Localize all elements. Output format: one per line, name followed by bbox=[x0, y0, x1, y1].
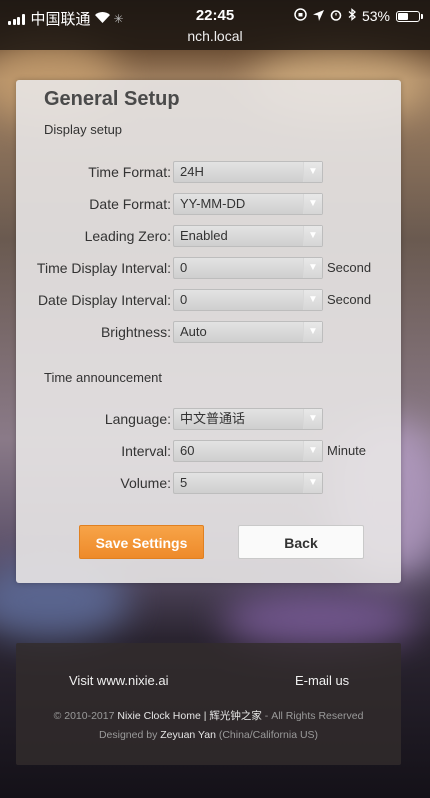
volume-select[interactable]: 5 ▼ bbox=[173, 472, 323, 494]
battery-percent: 53% bbox=[361, 8, 390, 24]
language-select[interactable]: 中文普通话 ▼ bbox=[173, 408, 323, 430]
brightness-value: Auto bbox=[180, 324, 207, 339]
page-title: General Setup bbox=[44, 88, 180, 110]
volume-value: 5 bbox=[180, 475, 188, 490]
interval-unit: Minute bbox=[327, 443, 367, 458]
interval-value: 60 bbox=[180, 443, 195, 458]
leading-zero-label: Leading Zero: bbox=[84, 228, 171, 244]
designer-link[interactable]: Zeyuan Yan bbox=[160, 729, 216, 741]
chevron-down-icon: ▼ bbox=[303, 226, 322, 246]
chevron-down-icon: ▼ bbox=[303, 441, 322, 461]
language-value: 中文普通话 bbox=[180, 411, 246, 426]
date-format-value: YY-MM-DD bbox=[180, 196, 246, 211]
language-label: Language: bbox=[104, 411, 171, 427]
chevron-down-icon: ▼ bbox=[303, 409, 322, 429]
status-right: 53% bbox=[294, 8, 423, 24]
time-display-interval-label: Time Display Interval: bbox=[36, 260, 171, 276]
email-us-link[interactable]: E-mail us bbox=[295, 673, 349, 688]
designer-line: Designed by Zeyuan Yan (China/California… bbox=[16, 729, 401, 741]
footer: Visit www.nixie.ai E-mail us © 2010-2017… bbox=[16, 643, 401, 765]
location-icon bbox=[312, 8, 324, 24]
chevron-down-icon: ▼ bbox=[303, 162, 322, 182]
designer-location: (China/California US) bbox=[218, 729, 319, 741]
battery-icon bbox=[396, 10, 423, 22]
interval-select[interactable]: 60 ▼ bbox=[173, 440, 323, 462]
time-announcement-heading: Time announcement bbox=[44, 370, 163, 385]
status-bar: 中国联通 ✳ 22:45 nch.local 53% bbox=[0, 0, 430, 50]
date-format-label: Date Format: bbox=[89, 196, 171, 212]
brightness-label: Brightness: bbox=[100, 324, 171, 340]
date-display-interval-value: 0 bbox=[180, 292, 188, 307]
date-display-interval-label: Date Display Interval: bbox=[37, 292, 171, 308]
chevron-down-icon: ▼ bbox=[303, 194, 322, 214]
visit-website-link[interactable]: Visit www.nixie.ai bbox=[69, 673, 168, 688]
display-setup-heading: Display setup bbox=[44, 122, 123, 137]
back-button[interactable]: Back bbox=[238, 525, 364, 559]
interval-label: Interval: bbox=[121, 443, 171, 459]
date-display-interval-unit: Second bbox=[327, 292, 372, 307]
save-settings-button[interactable]: Save Settings bbox=[79, 525, 204, 559]
time-format-value: 24H bbox=[180, 164, 204, 179]
chevron-down-icon: ▼ bbox=[303, 473, 322, 493]
page-url[interactable]: nch.local bbox=[0, 28, 430, 44]
alarm-icon bbox=[330, 8, 342, 24]
copyright-year: © 2010-2017 bbox=[53, 710, 115, 722]
screen-rotation-lock-icon bbox=[294, 8, 307, 24]
leading-zero-select[interactable]: Enabled ▼ bbox=[173, 225, 323, 247]
time-format-select[interactable]: 24H ▼ bbox=[173, 161, 323, 183]
time-display-interval-value: 0 bbox=[180, 260, 188, 275]
site-home-link[interactable]: Nixie Clock Home | 辉光钟之家 bbox=[117, 710, 262, 722]
time-display-interval-unit: Second bbox=[327, 260, 372, 275]
bluetooth-icon bbox=[348, 8, 356, 24]
date-display-interval-select[interactable]: 0 ▼ bbox=[173, 289, 323, 311]
rights-text: - All Rights Reserved bbox=[264, 710, 364, 722]
designed-by-text: Designed by bbox=[98, 729, 158, 741]
time-display-interval-select[interactable]: 0 ▼ bbox=[173, 257, 323, 279]
general-setup-panel: General Setup Display setup Time Format:… bbox=[16, 80, 401, 583]
chevron-down-icon: ▼ bbox=[303, 258, 322, 278]
copyright-line: © 2010-2017 Nixie Clock Home | 辉光钟之家 - A… bbox=[16, 708, 401, 723]
brightness-select[interactable]: Auto ▼ bbox=[173, 321, 323, 343]
time-format-label: Time Format: bbox=[88, 164, 171, 180]
leading-zero-value: Enabled bbox=[180, 228, 228, 243]
date-format-select[interactable]: YY-MM-DD ▼ bbox=[173, 193, 323, 215]
battery-fill bbox=[398, 12, 408, 20]
chevron-down-icon: ▼ bbox=[303, 290, 322, 310]
chevron-down-icon: ▼ bbox=[303, 322, 322, 342]
volume-label: Volume: bbox=[120, 475, 171, 491]
